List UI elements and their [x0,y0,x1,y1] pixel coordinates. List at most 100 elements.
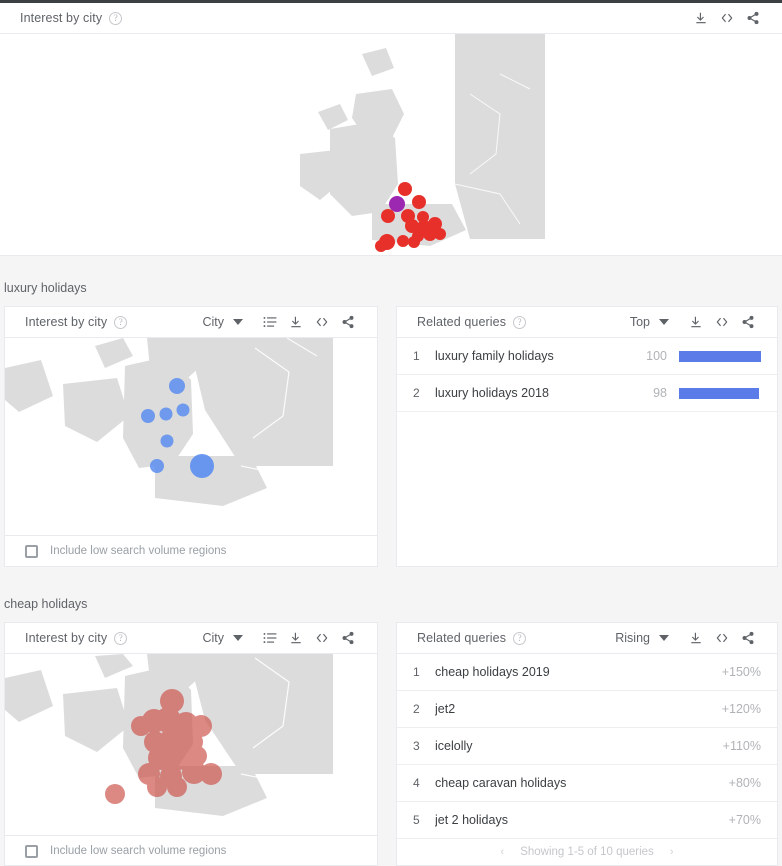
queries-card-title: Related queries [417,631,507,645]
share-icon[interactable] [735,625,761,651]
query-rank: 5 [413,813,420,827]
queries-card-toolbar [683,625,761,651]
embed-code-icon[interactable] [309,625,335,651]
page-title: Interest by city [20,11,103,25]
geo-scope-dropdown[interactable]: City [202,631,243,645]
embed-code-icon[interactable] [709,309,735,335]
query-row[interactable]: 5 jet 2 holidays +70% [397,802,777,839]
download-icon[interactable] [283,309,309,335]
list-view-icon[interactable] [257,625,283,651]
query-row[interactable]: 2 luxury holidays 2018 98 [397,375,777,412]
embed-code-icon[interactable] [709,625,735,651]
map-card-cheap-holidays: Interest by city ? City Include low sear… [4,622,378,866]
list-view-icon[interactable] [257,309,283,335]
query-row[interactable]: 4 cheap caravan holidays +80% [397,765,777,802]
related-queries-card-cheap-holidays: Related queries ? Rising 1 cheap holidays… [396,622,778,866]
geo-scope-value: City [202,631,224,645]
queries-sort-value: Top [629,315,650,329]
query-text: icelolly [435,739,473,753]
download-icon[interactable] [683,309,709,335]
share-icon[interactable] [740,5,766,31]
next-page-button[interactable]: › [670,846,674,858]
trends-results-page: Interest by city ? luxury holidays Inter… [0,0,782,866]
map-card-toolbar [257,625,361,651]
include-low-volume-row: Include low search volume regions [5,835,377,866]
top-map[interactable] [0,34,782,255]
chevron-down-icon [233,319,243,325]
include-low-volume-checkbox[interactable] [25,844,38,858]
queries-sort-dropdown[interactable]: Top [630,315,669,329]
map-card-luxury-holidays: Interest by city ? City Include low sear… [4,306,378,567]
query-bar [679,350,761,362]
help-circle-icon[interactable]: ? [114,631,128,645]
help-circle-icon[interactable]: ? [513,631,527,645]
query-rank: 4 [413,776,420,790]
geo-scope-dropdown[interactable]: City [202,315,243,329]
map-card-toolbar [257,309,361,335]
query-bar-track [679,387,761,399]
query-growth: +110% [722,739,761,753]
include-low-volume-label: Include low search volume regions [50,845,227,857]
map-svg [5,654,377,835]
queries-card-title: Related queries [417,315,507,329]
query-row[interactable]: 3 icelolly +110% [397,728,777,765]
map-card-header: Interest by city ? City [5,623,377,654]
related-queries-card-luxury-holidays: Related queries ? Top 1 luxury family hol… [396,306,778,567]
query-rank: 2 [413,386,420,400]
query-growth: +120% [721,702,761,716]
chevron-down-icon [233,635,243,641]
queries-sort-value: Rising [615,631,650,645]
top-interest-by-city-card: Interest by city ? [0,3,782,256]
queries-pagination: ‹ Showing 1-5 of 10 queries › [397,839,777,865]
query-row[interactable]: 1 luxury family holidays 100 [397,338,777,375]
map-card-title: Interest by city [25,315,108,329]
queries-card-toolbar [683,309,761,335]
embed-code-icon[interactable] [714,5,740,31]
query-text: jet 2 holidays [435,813,508,827]
help-circle-icon[interactable]: ? [513,315,527,329]
embed-code-icon[interactable] [309,309,335,335]
query-text: cheap holidays 2019 [435,665,550,679]
top-card-toolbar [688,5,766,31]
query-text: luxury holidays 2018 [435,386,549,400]
share-icon[interactable] [335,625,361,651]
related-queries-list: 1 cheap holidays 2019 +150% 2 jet2 +120% 3 icel… [397,654,777,839]
prev-page-button[interactable]: ‹ [501,846,505,858]
query-row[interactable]: 1 cheap holidays 2019 +150% [397,654,777,691]
query-rank: 3 [413,739,420,753]
query-score: 98 [653,386,667,400]
queries-sort-dropdown[interactable]: Rising [615,631,669,645]
top-card-header: Interest by city ? [0,3,782,34]
keyword-label-cheap-holidays: cheap holidays [4,597,88,611]
query-rank: 1 [413,349,420,363]
query-text: jet2 [435,702,456,716]
download-icon[interactable] [688,5,714,31]
query-growth: +80% [728,776,761,790]
query-text: luxury family holidays [435,349,554,363]
map-card-title: Interest by city [25,631,108,645]
help-circle-icon[interactable]: ? [114,315,128,329]
help-circle-icon[interactable]: ? [109,11,123,25]
query-score: 100 [646,349,667,363]
map-cheap-holidays[interactable] [5,654,377,835]
include-low-volume-checkbox[interactable] [25,544,38,558]
share-icon[interactable] [335,309,361,335]
map-luxury-holidays[interactable] [5,338,377,535]
query-row[interactable]: 2 jet2 +120% [397,691,777,728]
map-svg [5,338,377,535]
chevron-down-icon [659,319,669,325]
query-text: cheap caravan holidays [435,776,567,790]
download-icon[interactable] [283,625,309,651]
related-queries-list: 1 luxury family holidays 100 2 luxury holida… [397,338,777,412]
query-growth: +70% [728,813,761,827]
include-low-volume-row: Include low search volume regions [5,535,377,566]
query-rank: 2 [413,702,420,716]
top-map-svg [0,34,782,255]
map-card-header: Interest by city ? City [5,307,377,338]
download-icon[interactable] [683,625,709,651]
share-icon[interactable] [735,309,761,335]
query-rank: 1 [413,665,420,679]
query-bar-track [679,350,761,362]
queries-card-header: Related queries ? Rising [397,623,777,654]
keyword-label-luxury-holidays: luxury holidays [4,281,87,295]
